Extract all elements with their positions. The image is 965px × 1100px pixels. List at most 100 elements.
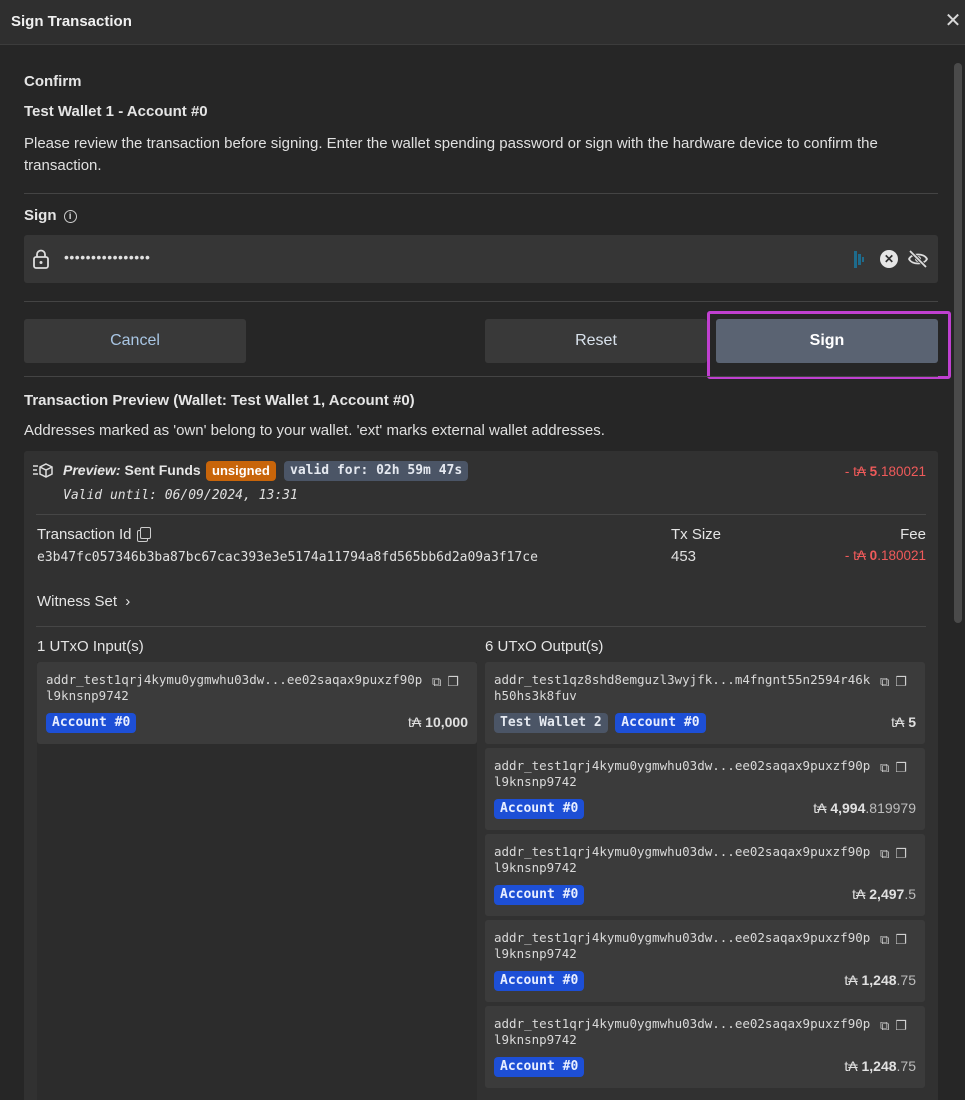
preview-title: Transaction Preview (Wallet: Test Wallet… (24, 392, 415, 409)
amount-dec: .75 (896, 1058, 916, 1074)
wallet-account-label: Test Wallet 1 - Account #0 (24, 103, 208, 120)
utxo-address: addr_test1qrj4kymu0ygmwhu03dw...ee02saqa… (494, 1016, 871, 1047)
utxo-actions: ⧉ ❐ (880, 846, 907, 862)
external-link-icon[interactable]: ⧉ (880, 846, 889, 861)
utxo-amount: t₳ 1,248.75 (844, 1058, 916, 1074)
utxo-address: addr_test1qrj4kymu0ygmwhu03dw...ee02saqa… (494, 844, 871, 875)
cancel-button[interactable]: Cancel (24, 319, 246, 363)
copy-icon[interactable]: ❐ (895, 846, 907, 861)
currency-symbol: t₳ (408, 714, 426, 730)
utxo-address: addr_test1qz8shd8emguzl3wyjfk...m4fngnt5… (494, 672, 871, 703)
currency-symbol: t₳ (844, 972, 862, 988)
currency-symbol: t₳ (844, 1058, 862, 1074)
password-manager-icon[interactable] (854, 251, 866, 268)
account-tag: Account #0 (494, 885, 585, 905)
dialog-titlebar: Sign Transaction ✕ (0, 0, 965, 45)
currency-symbol: t₳ (813, 800, 831, 816)
preview-label-text: Sent Funds (124, 462, 201, 478)
password-field[interactable]: •••••••••••••••• ✕ (24, 235, 938, 283)
witness-set-label: Witness Set (37, 593, 118, 610)
divider (36, 514, 926, 515)
utxo-card: addr_test1qrj4kymu0ygmwhu03dw...ee02saqa… (485, 920, 925, 1002)
confirm-description: Please review the transaction before sig… (24, 135, 878, 174)
sign-label-text: Sign (24, 207, 57, 224)
info-icon[interactable]: i (63, 210, 77, 223)
utxo-address: addr_test1qrj4kymu0ygmwhu03dw...ee02saqa… (494, 930, 871, 961)
external-link-icon[interactable]: ⧉ (880, 674, 889, 689)
amount-dec: .819979 (865, 800, 916, 816)
tx-id: e3b47fc057346b3ba87bc67cac393e3e5174a117… (37, 550, 538, 565)
utxo-amount: t₳ 4,994.819979 (813, 800, 916, 816)
account-tag: Account #0 (494, 799, 585, 819)
chevron-right-icon: › (125, 593, 131, 610)
sign-label: Sign i (24, 207, 77, 224)
utxo-amount: t₳ 5 (891, 714, 916, 730)
divider (24, 376, 938, 377)
amount-int: 1,248 (861, 972, 897, 988)
preview-label-italic: Preview: (63, 462, 121, 478)
utxo-address: addr_test1qrj4kymu0ygmwhu03dw...ee02saqa… (494, 758, 871, 789)
outputs-label: 6 UTxO Output(s) (485, 638, 604, 655)
currency-symbol: t₳ (852, 886, 870, 902)
fee-dec: .180021 (877, 548, 926, 563)
inputs-label: 1 UTxO Input(s) (37, 638, 144, 655)
account-tag: Account #0 (494, 971, 585, 991)
amount-int: 10,000 (425, 714, 468, 730)
eye-off-icon[interactable] (907, 249, 929, 269)
fee-prefix: - t₳ (844, 548, 870, 563)
account-tag: Test Wallet 2 (494, 713, 608, 733)
utxo-card: addr_test1qrj4kymu0ygmwhu03dw...ee02saqa… (485, 748, 925, 830)
scrollbar[interactable] (951, 45, 965, 1100)
scrollbar-thumb[interactable] (954, 63, 962, 623)
witness-set-toggle[interactable]: Witness Set › (37, 593, 130, 610)
external-link-icon[interactable]: ⧉ (880, 1018, 889, 1033)
close-icon[interactable]: ✕ (944, 10, 962, 32)
password-input[interactable]: •••••••••••••••• (64, 249, 150, 265)
utxo-actions: ⧉ ❐ (880, 674, 907, 690)
divider (24, 301, 938, 302)
copy-icon[interactable]: ❐ (895, 1018, 907, 1033)
copy-icon[interactable]: ❐ (447, 674, 459, 689)
utxo-actions: ⧉ ❐ (880, 1018, 907, 1034)
total-amount-prefix: - t₳ (844, 464, 870, 479)
amount-dec: .5 (904, 886, 916, 902)
valid-for-badge: valid for: 02h 59m 47s (284, 461, 469, 481)
fee-amount: - t₳ 0.180021 (845, 548, 926, 563)
utxo-amount: t₳ 1,248.75 (844, 972, 916, 988)
tx-id-label: Transaction Id (37, 526, 151, 543)
account-tag: Account #0 (46, 713, 137, 733)
utxo-amount: t₳ 2,497.5 (852, 886, 916, 902)
account-tag: Account #0 (494, 1057, 585, 1077)
divider (36, 626, 926, 627)
copy-icon[interactable] (139, 527, 151, 539)
external-link-icon[interactable]: ⧉ (880, 760, 889, 775)
tx-id-label-text: Transaction Id (37, 526, 132, 543)
external-link-icon[interactable]: ⧉ (880, 932, 889, 947)
clear-icon[interactable]: ✕ (880, 250, 898, 268)
fee-label: Fee (900, 526, 926, 543)
reset-button[interactable]: Reset (485, 319, 707, 363)
amount-int: 1,248 (861, 1058, 897, 1074)
preview-label: Preview: Sent Funds (63, 462, 201, 478)
unsigned-badge: unsigned (206, 461, 276, 481)
transaction-icon (33, 463, 53, 478)
preview-note: Addresses marked as 'own' belong to your… (24, 422, 605, 439)
amount-dec: .75 (896, 972, 916, 988)
tx-size: 453 (671, 548, 697, 565)
copy-icon[interactable]: ❐ (895, 760, 907, 775)
lock-icon (33, 249, 49, 269)
amount-int: 4,994 (830, 800, 866, 816)
valid-until: Valid until: 06/09/2024, 13:31 (63, 488, 298, 503)
utxo-actions: ⧉ ❐ (432, 674, 459, 690)
external-link-icon[interactable]: ⧉ (432, 674, 441, 689)
sign-button[interactable]: Sign (716, 319, 938, 363)
copy-icon[interactable]: ❐ (895, 932, 907, 947)
currency-symbol: t₳ (891, 714, 909, 730)
utxo-actions: ⧉ ❐ (880, 760, 907, 776)
utxo-card: addr_test1qz8shd8emguzl3wyjfk...m4fngnt5… (485, 662, 925, 744)
copy-icon[interactable]: ❐ (895, 674, 907, 689)
confirm-heading: Confirm (24, 73, 82, 90)
total-amount-dec: .180021 (877, 464, 926, 479)
total-amount: - t₳ 5.180021 (845, 464, 926, 479)
account-tag: Account #0 (615, 713, 706, 733)
